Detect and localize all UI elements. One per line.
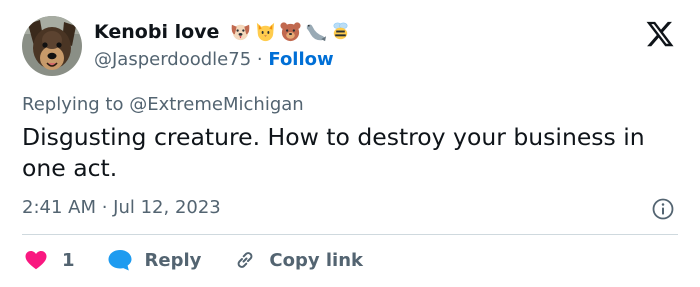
info-icon[interactable]	[651, 197, 675, 221]
tweet-timestamp[interactable]: 2:41 AM · Jul 12, 2023	[22, 197, 221, 218]
divider	[22, 234, 678, 235]
bee-icon	[333, 22, 348, 40]
copy-link-button[interactable]: Copy link	[233, 248, 363, 272]
cat-face-icon	[257, 22, 275, 42]
reply-button[interactable]: Reply	[107, 248, 202, 272]
reply-label: Reply	[144, 249, 202, 271]
x-logo-icon[interactable]	[644, 19, 676, 49]
link-icon	[238, 252, 253, 268]
author-handle[interactable]: @Jasperdoodle75	[94, 49, 251, 70]
name-emojis	[229, 20, 352, 43]
replying-to: Replying to @ExtremeMichigan	[22, 94, 304, 115]
dog-face-icon	[232, 24, 250, 41]
author-display-name-row[interactable]: Kenobi love	[94, 20, 352, 43]
seal-icon	[307, 24, 327, 42]
heart-icon	[25, 251, 47, 270]
action-bar: 1 Reply Copy link	[24, 246, 363, 274]
like-count: 1	[62, 249, 75, 271]
author-handle-row: @Jasperdoodle75 · Follow	[94, 49, 334, 70]
tweet-text: Disgusting creature. How to destroy your…	[22, 123, 645, 182]
like-button[interactable]: 1	[24, 248, 75, 272]
follow-button[interactable]: Follow	[268, 49, 333, 70]
author-avatar[interactable]	[22, 16, 82, 76]
copy-link-label: Copy link	[269, 249, 363, 271]
replying-to-mention[interactable]: @ExtremeMichigan	[129, 94, 303, 115]
separator-dot: ·	[256, 49, 263, 70]
reply-bubble-icon	[108, 250, 132, 271]
replying-to-prefix: Replying to	[22, 94, 124, 115]
bear-face-icon	[280, 22, 301, 42]
dog-photo-avatar	[22, 16, 82, 76]
author-display-name[interactable]: Kenobi love	[94, 21, 219, 43]
